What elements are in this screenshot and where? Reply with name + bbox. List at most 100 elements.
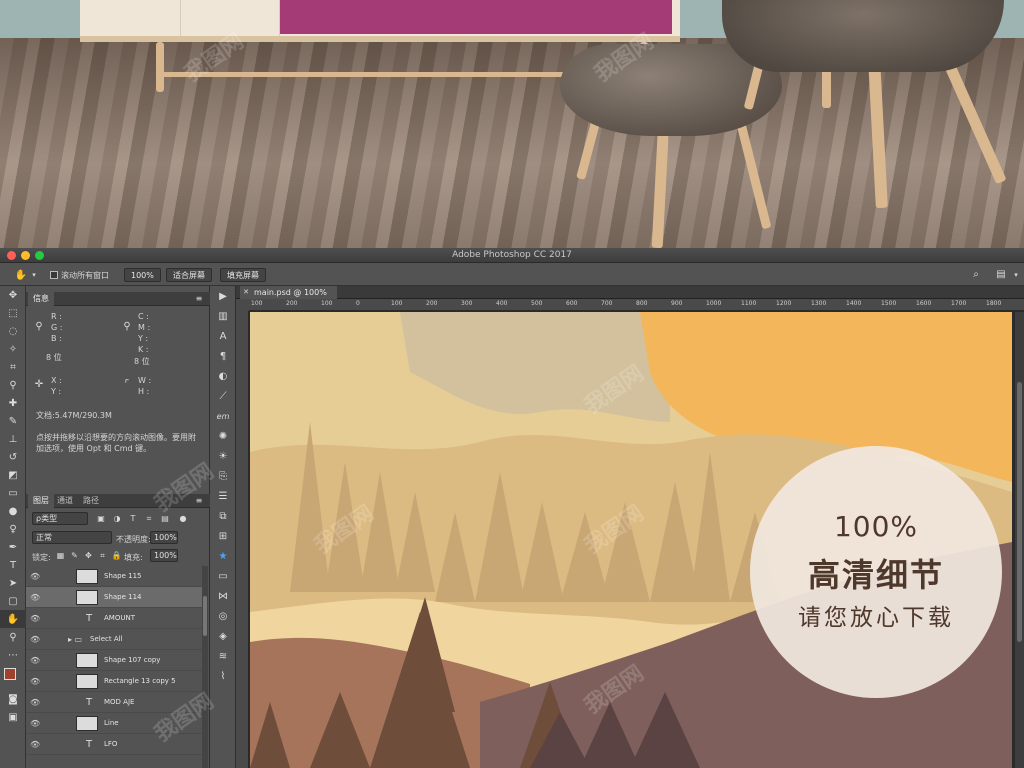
lock-artboard-icon[interactable]: ⌗	[98, 551, 107, 561]
layer-row[interactable]: 👁 ▸ ▭ Select All	[26, 629, 202, 650]
workspace-icon[interactable]: ▤	[994, 269, 1008, 281]
filter-pixel-icon[interactable]: ▣	[96, 514, 106, 524]
lock-all-icon[interactable]: 🔒	[112, 551, 122, 561]
marquee-tool-icon[interactable]: ⬚	[0, 304, 26, 322]
canvas[interactable]: 我图网 我图网 我图网 我图网 100% 高清细节 请您放心下载	[250, 312, 1012, 768]
curves-icon[interactable]: ⟋	[210, 386, 236, 406]
layer-row[interactable]: 👁 Shape 114	[26, 587, 202, 608]
layer-row[interactable]: 👁 Shape 107 copy	[26, 650, 202, 671]
properties-icon[interactable]: ☰	[210, 486, 236, 506]
move-tool-icon[interactable]: ✥	[0, 286, 26, 304]
dodge-tool-icon[interactable]: ♀	[0, 520, 26, 538]
canvas-scrollbar[interactable]	[1015, 312, 1024, 768]
eye-icon[interactable]: 👁	[30, 719, 40, 728]
foreground-color-swatch[interactable]	[4, 668, 16, 680]
brush-settings-icon[interactable]: ✺	[210, 426, 236, 446]
histogram-icon[interactable]: ▥	[210, 306, 236, 326]
color-swatches[interactable]	[0, 664, 26, 690]
filter-shape-icon[interactable]: ⌗	[144, 514, 154, 524]
libraries-icon[interactable]: ⧉	[210, 506, 236, 526]
layers-icon[interactable]: ◈	[210, 626, 236, 646]
chevron-down-icon[interactable]: ▾	[30, 271, 38, 279]
lock-pixels-icon[interactable]: ▦	[56, 551, 65, 561]
cabinet-magenta-panel	[280, 0, 672, 34]
gradient-tool-icon[interactable]: ▭	[0, 484, 26, 502]
tab-layers[interactable]: 图层	[28, 494, 54, 508]
more-tools-icon[interactable]: ⋯	[0, 646, 26, 664]
eye-icon[interactable]: 👁	[30, 635, 40, 644]
filter-toggle-icon[interactable]: ●	[178, 514, 188, 524]
quick-mask-icon[interactable]: ◙	[0, 690, 26, 708]
opacity-input[interactable]: 100%	[150, 531, 178, 544]
hand-icon[interactable]: ✋	[14, 269, 28, 282]
fill-input[interactable]: 100%	[150, 549, 178, 562]
timeline-icon[interactable]: ≋	[210, 646, 236, 666]
fit-screen-button[interactable]: 适合屏幕	[166, 268, 212, 282]
paths-icon[interactable]: ⌇	[210, 666, 236, 686]
panel-menu-icon[interactable]: ≡	[194, 294, 204, 304]
crop-tool-icon[interactable]: ⌗	[0, 358, 26, 376]
healing-brush-icon[interactable]: ✚	[0, 394, 26, 412]
adjustments-icon[interactable]: ◐	[210, 366, 236, 386]
type-tool-icon[interactable]: T	[0, 556, 26, 574]
search-icon[interactable]: ⌕	[970, 269, 982, 281]
eye-icon[interactable]: 👁	[30, 698, 40, 707]
lock-move-icon[interactable]: ✥	[84, 551, 93, 561]
checkbox-scroll-all[interactable]	[50, 271, 58, 279]
history-brush-icon[interactable]: ↺	[0, 448, 26, 466]
document-tab[interactable]: main.psd @ 100%	[240, 286, 337, 299]
lock-paint-icon[interactable]: ✎	[70, 551, 79, 561]
magic-wand-icon[interactable]: ✧	[0, 340, 26, 358]
eye-icon[interactable]: 👁	[30, 677, 40, 686]
filter-adjust-icon[interactable]: ◑	[112, 514, 122, 524]
close-tab-icon[interactable]: ✕	[242, 288, 250, 297]
brush-tool-icon[interactable]: ✎	[0, 412, 26, 430]
zoom-tool-icon[interactable]: ⚲	[0, 628, 26, 646]
fill-screen-button[interactable]: 填充屏幕	[220, 268, 266, 282]
screen-mode-icon[interactable]: ▣	[0, 708, 26, 726]
eyedropper-icon[interactable]: ⚲	[0, 376, 26, 394]
swatches-icon[interactable]: ☀	[210, 446, 236, 466]
stamp-tool-icon[interactable]: ⊥	[0, 430, 26, 448]
badge-percent: 100%	[833, 510, 919, 543]
lasso-tool-icon[interactable]: ◌	[0, 322, 26, 340]
horizontal-ruler[interactable]: 100 200 100 0 100 200 300 400 500 600 700 800 900 100…	[249, 299, 1024, 311]
layer-filter-kind[interactable]: ρ类型	[32, 512, 88, 525]
eye-icon[interactable]: 👁	[30, 593, 40, 602]
canvas-scroll-thumb[interactable]	[1017, 382, 1022, 642]
pen-tool-icon[interactable]: ✒	[0, 538, 26, 556]
vertical-ruler[interactable]	[236, 311, 249, 768]
layer-row[interactable]: 👁 T AMOUNT	[26, 608, 202, 629]
play-icon[interactable]: ▶	[210, 286, 236, 306]
artboard-icon[interactable]: ▭	[210, 566, 236, 586]
tab-paths[interactable]: 路径	[78, 494, 104, 508]
eye-icon[interactable]: 👁	[30, 572, 40, 581]
folder-icon[interactable]: ▸ ▭	[64, 634, 86, 645]
workspace-chevron-icon[interactable]: ▾	[1012, 270, 1020, 280]
layers-scrollbar[interactable]	[202, 566, 208, 768]
favorites-icon[interactable]: ★	[210, 546, 236, 566]
transform-icon[interactable]: ⋈	[210, 586, 236, 606]
eye-icon[interactable]: 👁	[30, 614, 40, 623]
character-icon[interactable]: A	[210, 326, 236, 346]
grid-icon[interactable]: ⊞	[210, 526, 236, 546]
blend-mode-select[interactable]: 正常	[32, 531, 112, 544]
channels-icon[interactable]: ◎	[210, 606, 236, 626]
filter-type-icon[interactable]: T	[128, 514, 138, 524]
blur-tool-icon[interactable]: ●	[0, 502, 26, 520]
panel-menu-icon[interactable]: ≡	[194, 496, 204, 506]
zoom-100-button[interactable]: 100%	[124, 268, 161, 282]
glyphs-icon[interactable]: em	[210, 406, 236, 426]
hand-tool-icon[interactable]: ✋	[0, 610, 26, 628]
eye-icon[interactable]: 👁	[30, 656, 40, 665]
layers-scroll-thumb[interactable]	[203, 596, 207, 636]
shape-tool-icon[interactable]: ▢	[0, 592, 26, 610]
tab-info[interactable]: 信息	[28, 292, 54, 306]
path-select-icon[interactable]: ➤	[0, 574, 26, 592]
eraser-icon[interactable]: ◩	[0, 466, 26, 484]
layer-row[interactable]: 👁 Rectangle 13 copy 5	[26, 671, 202, 692]
paragraph-icon[interactable]: ¶	[210, 346, 236, 366]
tab-channels[interactable]: 通道	[52, 494, 78, 508]
eye-icon[interactable]: 👁	[30, 740, 40, 749]
layer-row[interactable]: 👁 Shape 115	[26, 566, 202, 587]
